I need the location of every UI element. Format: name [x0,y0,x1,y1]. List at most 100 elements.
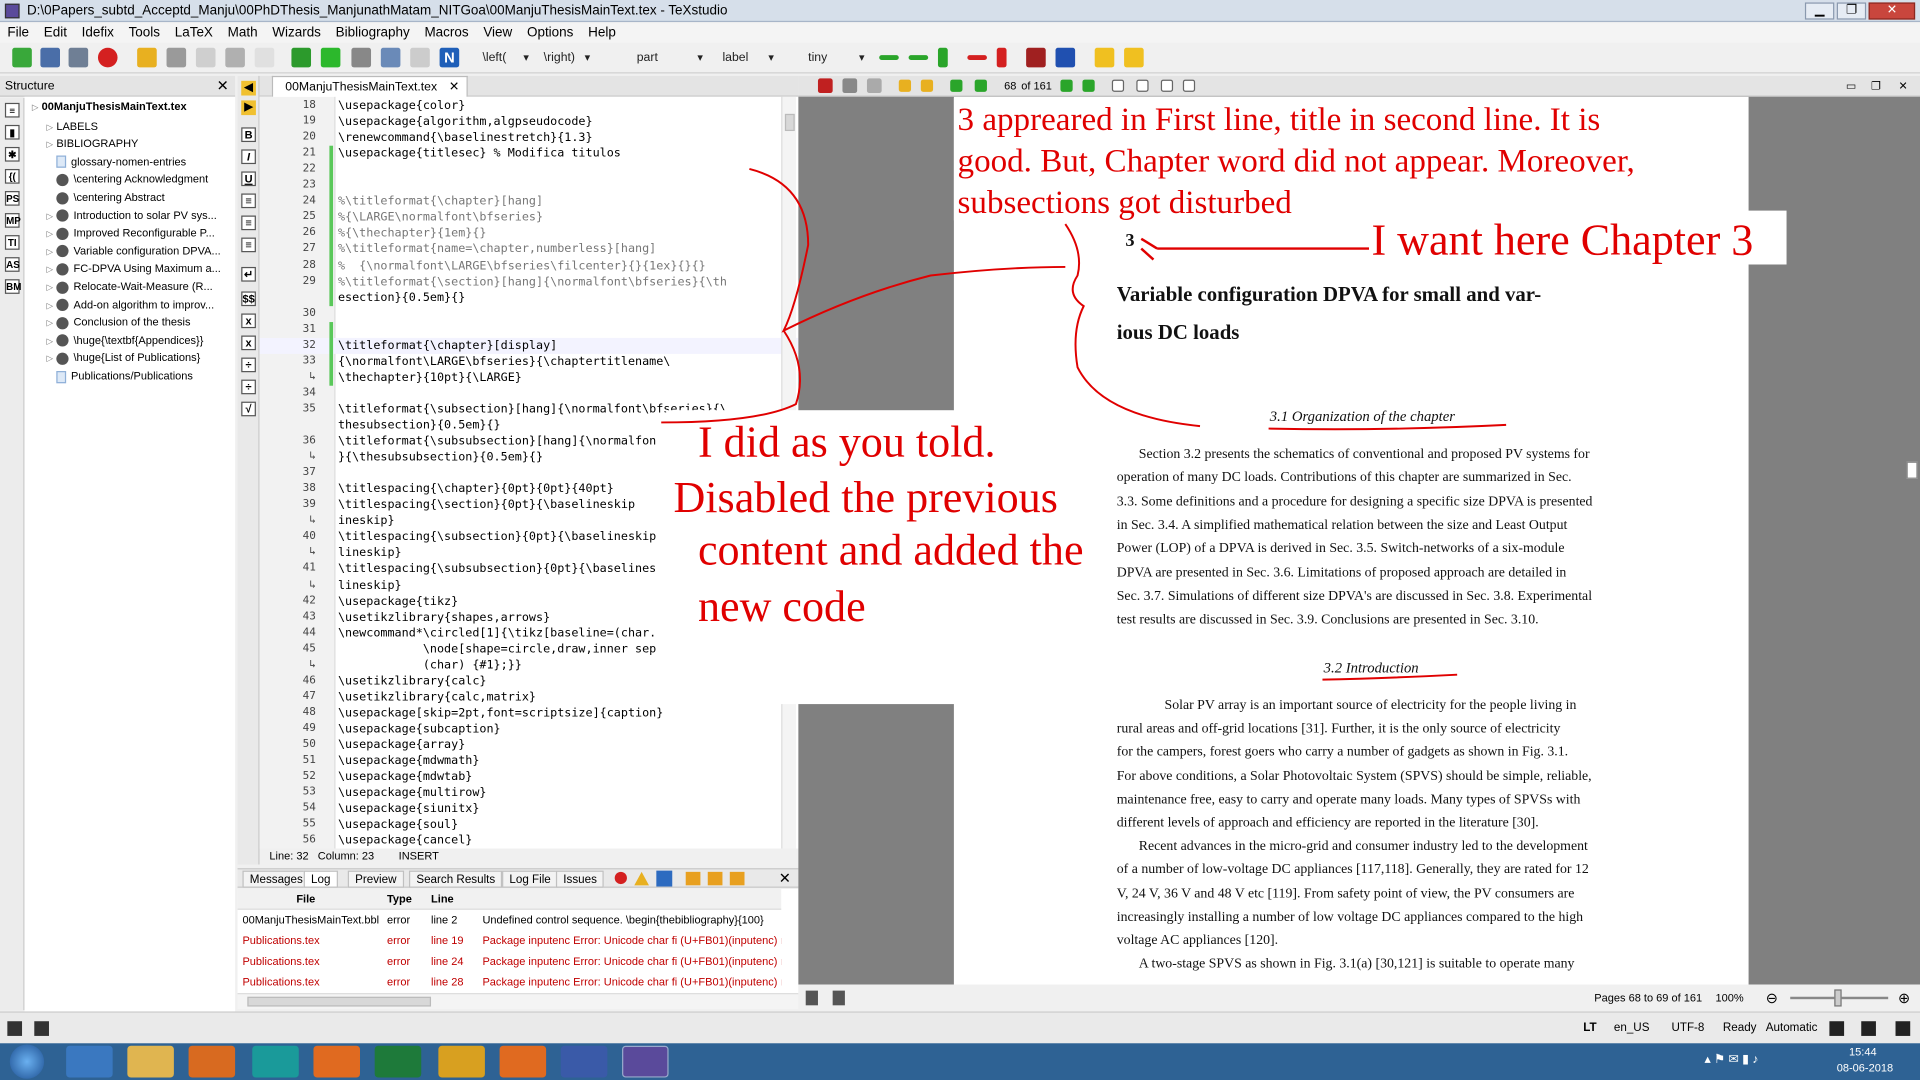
menu-item[interactable]: File [0,23,36,43]
structure-item[interactable]: glossary-nomen-entries [47,153,186,170]
red-bar-icon[interactable] [996,47,1007,68]
mp-panel-icon[interactable]: MP [4,213,21,228]
menu-item[interactable]: Options [520,23,581,43]
green-marker2-icon[interactable] [908,55,929,61]
structure-icon[interactable] [1055,47,1076,68]
code-line[interactable]: 50 \usepackage{array} [260,737,799,753]
message-tab[interactable]: Log [303,870,338,888]
structure-item[interactable]: ▷ FC-DPVA Using Maximum a... [47,260,221,277]
label-dropdown[interactable]: label [718,49,777,67]
code-line[interactable]: 51 \usepackage{mdwmath} [260,753,799,769]
pdf-select-icon[interactable] [842,78,858,94]
bookmarks-panel-icon[interactable]: ▮ [4,124,20,140]
pdf-single-page-icon[interactable] [1111,79,1125,92]
newline-icon[interactable]: ↵ [241,266,256,282]
code-line[interactable]: 24 %\titleformat{\chapter}[hang] [260,194,799,210]
compile-mode[interactable]: Automatic [1766,1013,1818,1045]
message-tab[interactable]: Log File [502,870,559,888]
tikz-panel-icon[interactable]: TI [4,235,20,250]
view-mode-3-icon[interactable] [1895,1021,1911,1036]
fraction-icon[interactable]: ÷ [241,357,256,373]
arrow-left-icon[interactable]: ◀ [241,80,256,96]
next-error-icon[interactable] [707,871,723,886]
chrome-icon[interactable] [438,1045,485,1078]
code-line[interactable]: 56 \usepackage{cancel} [260,833,799,849]
code-line[interactable]: 22 [260,162,799,178]
arduino-icon[interactable] [252,1045,299,1078]
spell-language[interactable]: en_US [1614,1013,1650,1045]
new-document-icon[interactable]: N [439,47,460,68]
open-file-icon[interactable] [40,47,61,68]
code-line[interactable]: 48 \usepackage[skip=2pt,font=scriptsize]{… [260,705,799,721]
code-line[interactable]: esection}{0.5em}{} [260,290,799,306]
as-panel-icon[interactable]: AS [4,257,20,272]
redo-icon[interactable] [166,47,187,68]
structure-item[interactable]: ▷ Relocate-Wait-Measure (R... [47,278,213,295]
code-line[interactable]: 55 \usepackage{soul} [260,817,799,833]
view-log-icon[interactable] [410,47,430,68]
start-button-icon[interactable] [9,1044,45,1079]
zoom-slider-handle[interactable] [1834,989,1842,1007]
menu-item[interactable]: Math [220,23,265,43]
structure-item[interactable]: Publications/Publications [47,367,193,384]
pdf-window-icon[interactable]: ❐ [1871,76,1881,97]
log-row[interactable]: 00ManjuThesisMainText.bbl error line 2 Unde… [238,910,782,931]
pdf-back-icon[interactable] [898,79,912,92]
structure-item[interactable]: ▷ Add-on algorithm to improv... [47,296,214,313]
menu-item[interactable]: Tools [121,23,167,43]
pdf-minimize-icon[interactable]: ▭ [1846,76,1856,97]
message-tab[interactable]: Preview [347,870,404,888]
code-line[interactable]: 20 \renewcommand{\baselinestretch}{1.3} [260,130,799,146]
menu-item[interactable]: Help [581,23,623,43]
code-line[interactable]: 26 %{\thechapter}{1em}{} [260,226,799,242]
ie-icon[interactable] [66,1045,113,1078]
expand-icon[interactable]: ▷ [32,100,42,117]
structure-item[interactable]: ▷ 00ManjuThesisMainText.tex [32,98,187,115]
language-tool-icon[interactable]: LT [1583,1013,1596,1045]
pdf-last-page-icon[interactable] [1082,79,1095,92]
red-marker-icon[interactable] [967,55,987,61]
column-header[interactable]: Line [431,889,478,910]
subscript-icon[interactable]: x [241,313,256,329]
restore-icon[interactable]: ❐ [1836,2,1867,20]
prev-error-icon[interactable] [685,871,701,886]
close-messages-icon[interactable]: ✕ [779,869,791,886]
ps-panel-icon[interactable]: PS [4,191,20,206]
log-hscroll[interactable] [237,993,799,1009]
green-marker-icon[interactable] [879,55,899,61]
copy-icon[interactable] [195,47,216,68]
code-line[interactable]: 31 [260,322,799,338]
pdf-double-page-icon[interactable] [1136,79,1149,92]
close-icon[interactable]: ✕ [1868,2,1916,20]
pdf-fit-page-icon[interactable] [1182,79,1196,92]
dfrac-icon[interactable]: ÷ [241,379,256,395]
texstudio-taskbar-icon[interactable] [622,1045,669,1078]
bold-icon[interactable]: B [241,127,256,143]
code-line[interactable]: 32 \titleformat{\chapter}[display] [259,337,799,354]
font-size-dropdown[interactable]: tiny [803,49,867,67]
align-right-icon[interactable]: ≡ [241,237,256,253]
structure-item[interactable]: ▷ Conclusion of the thesis [47,314,190,331]
code-line[interactable]: 34 [260,386,799,402]
math-icon[interactable]: $$ [241,291,256,307]
menu-item[interactable]: LaTeX [167,23,220,43]
warning-next-icon[interactable] [1124,47,1144,68]
align-center-icon[interactable]: ≡ [241,215,256,231]
log-row[interactable]: Publications.tex error line 28 Package inpu… [238,972,782,993]
zoom-in-icon[interactable]: ⊕ [1898,984,1910,1011]
pdf-first-page-icon[interactable] [950,79,963,92]
symbols-panel-icon[interactable]: ✱ [4,146,20,162]
structure-item[interactable]: \centering Acknowledgment [47,171,208,188]
close-doc-icon[interactable] [97,47,118,68]
pdf-next-page-icon[interactable] [1060,79,1073,92]
superscript-icon[interactable]: x [241,335,256,351]
paste-icon[interactable] [254,47,275,68]
error-filter-icon[interactable] [614,871,627,885]
build-view-icon[interactable] [291,47,312,68]
code-line[interactable]: 29 %\titleformat{\section}[hang]{\normalf… [260,274,799,290]
warning-prev-icon[interactable] [1094,47,1115,68]
pdf-sync-icon[interactable] [817,78,833,94]
bm-panel-icon[interactable]: BM [4,279,21,294]
code-line[interactable]: 18 \usepackage{color} [260,98,799,114]
toggle-messages-icon[interactable] [34,1021,49,1036]
